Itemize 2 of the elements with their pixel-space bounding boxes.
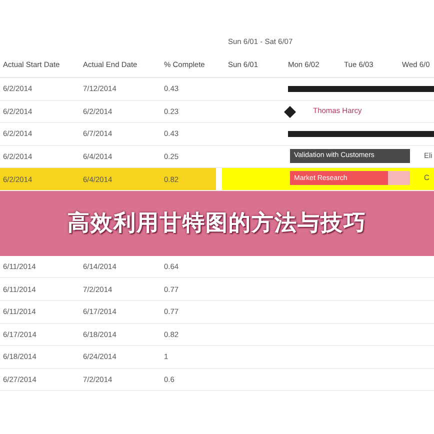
milestone-icon xyxy=(284,106,296,118)
banner-title: 高效利用甘特图的方法与技巧 xyxy=(68,209,366,238)
